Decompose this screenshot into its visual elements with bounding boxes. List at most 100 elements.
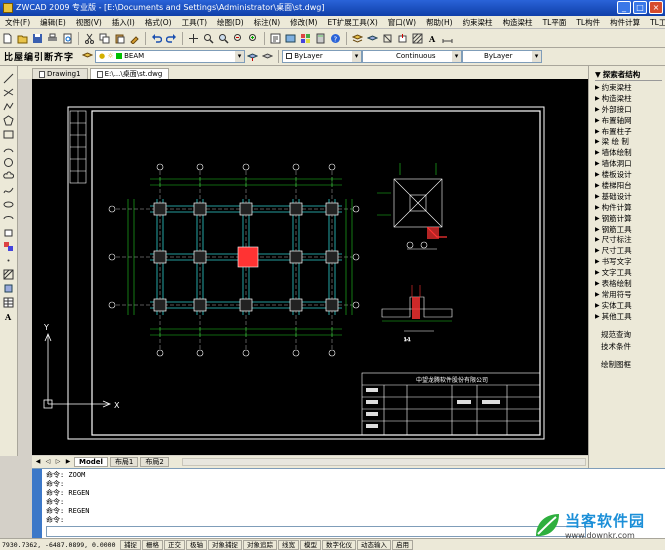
tab-drawing1[interactable]: Drawing1 [32, 68, 88, 79]
cut-icon[interactable] [83, 32, 96, 45]
panel-item[interactable]: ▶ 布置轴网 [589, 116, 665, 127]
ortho-toggle[interactable]: 正交 [164, 539, 185, 550]
panel-item[interactable]: ▶ 钢筋计算 [589, 214, 665, 225]
menu-file[interactable]: 文件(F) [0, 17, 35, 28]
linetype-dropdown[interactable]: Continuous [362, 50, 463, 63]
panel-item[interactable]: ▶ 钢筋工具 [589, 225, 665, 236]
xline-icon[interactable] [2, 86, 15, 98]
zoom-realtime-icon[interactable] [202, 32, 215, 45]
panel-item[interactable]: ▶ 梁 绘 制 [589, 137, 665, 148]
rectangle-icon[interactable] [2, 128, 15, 140]
menu-et-tools[interactable]: ET扩展工具(X) [322, 17, 382, 28]
panel-extra-draw-frame[interactable]: 绘制图框 [589, 359, 665, 371]
redo-icon[interactable] [165, 32, 178, 45]
zoom-extents-icon[interactable] [247, 32, 260, 45]
menu-help[interactable]: 帮助(H) [421, 17, 458, 28]
osnap-toggle[interactable]: 对象捕捉 [208, 539, 242, 550]
next-tab-arrow-icon[interactable]: ▷ [54, 458, 62, 466]
help-icon[interactable]: ? [329, 32, 342, 45]
revcloud-icon[interactable] [2, 170, 15, 182]
close-button[interactable]: × [649, 1, 663, 14]
menu-construct-beam[interactable]: 构造梁柱 [498, 17, 538, 28]
hatch-side-icon[interactable] [2, 268, 15, 280]
panel-extra-tech-conditions[interactable]: 技术条件 [589, 341, 665, 353]
panel-item[interactable]: ▶ 墙体洞口 [589, 159, 665, 170]
save-icon[interactable] [31, 32, 44, 45]
mtext-icon[interactable]: A [2, 310, 15, 322]
menu-window[interactable]: 窗口(W) [383, 17, 421, 28]
copy-icon[interactable] [98, 32, 111, 45]
paste-icon[interactable] [113, 32, 126, 45]
layer-states-icon[interactable] [81, 50, 94, 63]
layer-previous-button-icon[interactable] [261, 50, 274, 63]
block-icon[interactable] [381, 32, 394, 45]
panel-header[interactable]: ▼ 探索者结构 [595, 69, 662, 81]
tab-layout2[interactable]: 布局2 [140, 457, 169, 467]
tablet-toggle[interactable]: 数字化仪 [322, 539, 356, 550]
zoom-previous-icon[interactable] [232, 32, 245, 45]
command-input[interactable] [46, 526, 586, 537]
open-icon[interactable] [16, 32, 29, 45]
tab-model[interactable]: Model [74, 457, 108, 467]
grid-toggle[interactable]: 栅格 [142, 539, 163, 550]
calculator-icon[interactable] [314, 32, 327, 45]
panel-item[interactable]: ▶ 表格绘制 [589, 279, 665, 290]
arc-icon[interactable] [2, 142, 15, 154]
menu-dimension[interactable]: 标注(N) [249, 17, 285, 28]
dynamic-input-toggle[interactable]: 动态输入 [357, 539, 391, 550]
horizontal-scrollbar[interactable] [182, 458, 586, 466]
circle-icon[interactable] [2, 156, 15, 168]
layer-manager-icon[interactable] [351, 32, 364, 45]
command-window-handle[interactable] [32, 469, 42, 539]
panel-item[interactable]: ▶ 实体工具 [589, 301, 665, 312]
panel-item[interactable]: ▶ 尺寸标注 [589, 235, 665, 246]
panel-item[interactable]: ▶ 楼梯阳台 [589, 181, 665, 192]
prev-tab-arrow-icon[interactable]: ◁ [44, 458, 52, 466]
panel-item[interactable]: ▶ 楼板设计 [589, 170, 665, 181]
region-icon[interactable] [2, 282, 15, 294]
menu-modify[interactable]: 修改(M) [285, 17, 322, 28]
panel-item[interactable]: ▶ 墙体绘制 [589, 148, 665, 159]
menu-edit[interactable]: 编辑(E) [35, 17, 71, 28]
panel-item[interactable]: ▶ 构件计算 [589, 203, 665, 214]
menu-insert[interactable]: 插入(I) [107, 17, 140, 28]
insert-block-side-icon[interactable] [2, 226, 15, 238]
polyline-icon[interactable] [2, 100, 15, 112]
panel-item[interactable]: ▶ 其他工具 [589, 312, 665, 323]
menu-constraint-beam[interactable]: 约束梁柱 [458, 17, 498, 28]
minimize-button[interactable]: _ [617, 1, 631, 14]
panel-item[interactable]: ▶ 构造梁柱 [589, 94, 665, 105]
layer-dropdown[interactable]: ● ☼ BEAM [95, 50, 246, 63]
color-dropdown[interactable]: ByLayer [282, 50, 363, 63]
hatch-icon[interactable] [411, 32, 424, 45]
menu-draw[interactable]: 绘图(D) [212, 17, 249, 28]
pan-icon[interactable] [187, 32, 200, 45]
preview-icon[interactable] [61, 32, 74, 45]
tab-st-dwg[interactable]: E:\...\桌面\st.dwg [89, 68, 170, 79]
maximize-button[interactable]: □ [633, 1, 647, 14]
otrack-toggle[interactable]: 对象追踪 [243, 539, 277, 550]
menu-tools[interactable]: 工具(T) [177, 17, 212, 28]
panel-item[interactable]: ▶ 布置柱子 [589, 127, 665, 138]
last-tab-arrow-icon[interactable]: ▶ [64, 458, 72, 466]
dim-style-icon[interactable] [441, 32, 454, 45]
menu-tl-plan[interactable]: TL平面 [538, 17, 572, 28]
design-center-icon[interactable] [284, 32, 297, 45]
panel-item[interactable]: ▶ 书写文字 [589, 257, 665, 268]
menu-tl-member[interactable]: TL构件 [571, 17, 605, 28]
line-icon[interactable] [2, 72, 15, 84]
tool-palette-icon[interactable] [299, 32, 312, 45]
table-icon[interactable] [2, 296, 15, 308]
panel-item[interactable]: ▶ 外部接口 [589, 105, 665, 116]
menu-format[interactable]: 格式(O) [140, 17, 177, 28]
undo-icon[interactable] [150, 32, 163, 45]
layer-previous-icon[interactable] [366, 32, 379, 45]
enable-toggle[interactable]: 启用 [392, 539, 413, 550]
zoom-window-icon[interactable] [217, 32, 230, 45]
tab-layout1[interactable]: 布局1 [109, 457, 139, 467]
text-style-icon[interactable]: A [426, 32, 439, 45]
menu-tl-tools[interactable]: TL工具 [645, 17, 665, 28]
lineweight-dropdown[interactable]: ByLayer [462, 50, 543, 63]
panel-item[interactable]: ▶ 文字工具 [589, 268, 665, 279]
print-icon[interactable] [46, 32, 59, 45]
